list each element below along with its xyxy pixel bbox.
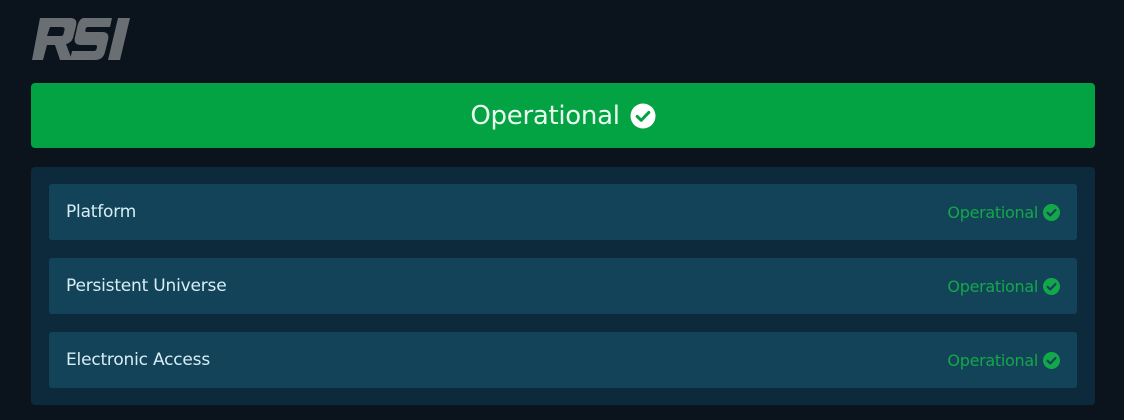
check-circle-icon — [1043, 351, 1060, 369]
component-status: Operational — [947, 277, 1060, 296]
components-panel: Platform Operational Persistent Universe… — [31, 167, 1095, 405]
component-status-label: Operational — [947, 350, 1038, 370]
check-circle-icon — [630, 103, 656, 129]
check-circle-icon — [1043, 277, 1060, 295]
rsi-logo[interactable] — [30, 14, 134, 64]
overall-status-label: Operational — [470, 100, 620, 131]
component-name: Platform — [66, 202, 137, 222]
component-name: Persistent Universe — [66, 276, 227, 296]
component-status: Operational — [947, 351, 1060, 370]
component-status: Operational — [947, 203, 1060, 222]
component-row-electronic-access: Electronic Access Operational — [49, 332, 1077, 388]
component-status-label: Operational — [947, 276, 1038, 296]
component-row-persistent-universe: Persistent Universe Operational — [49, 258, 1077, 314]
overall-status-banner: Operational — [31, 83, 1095, 148]
component-row-platform: Platform Operational — [49, 184, 1077, 240]
component-status-label: Operational — [947, 202, 1038, 222]
check-circle-icon — [1043, 203, 1060, 221]
component-name: Electronic Access — [66, 350, 210, 370]
